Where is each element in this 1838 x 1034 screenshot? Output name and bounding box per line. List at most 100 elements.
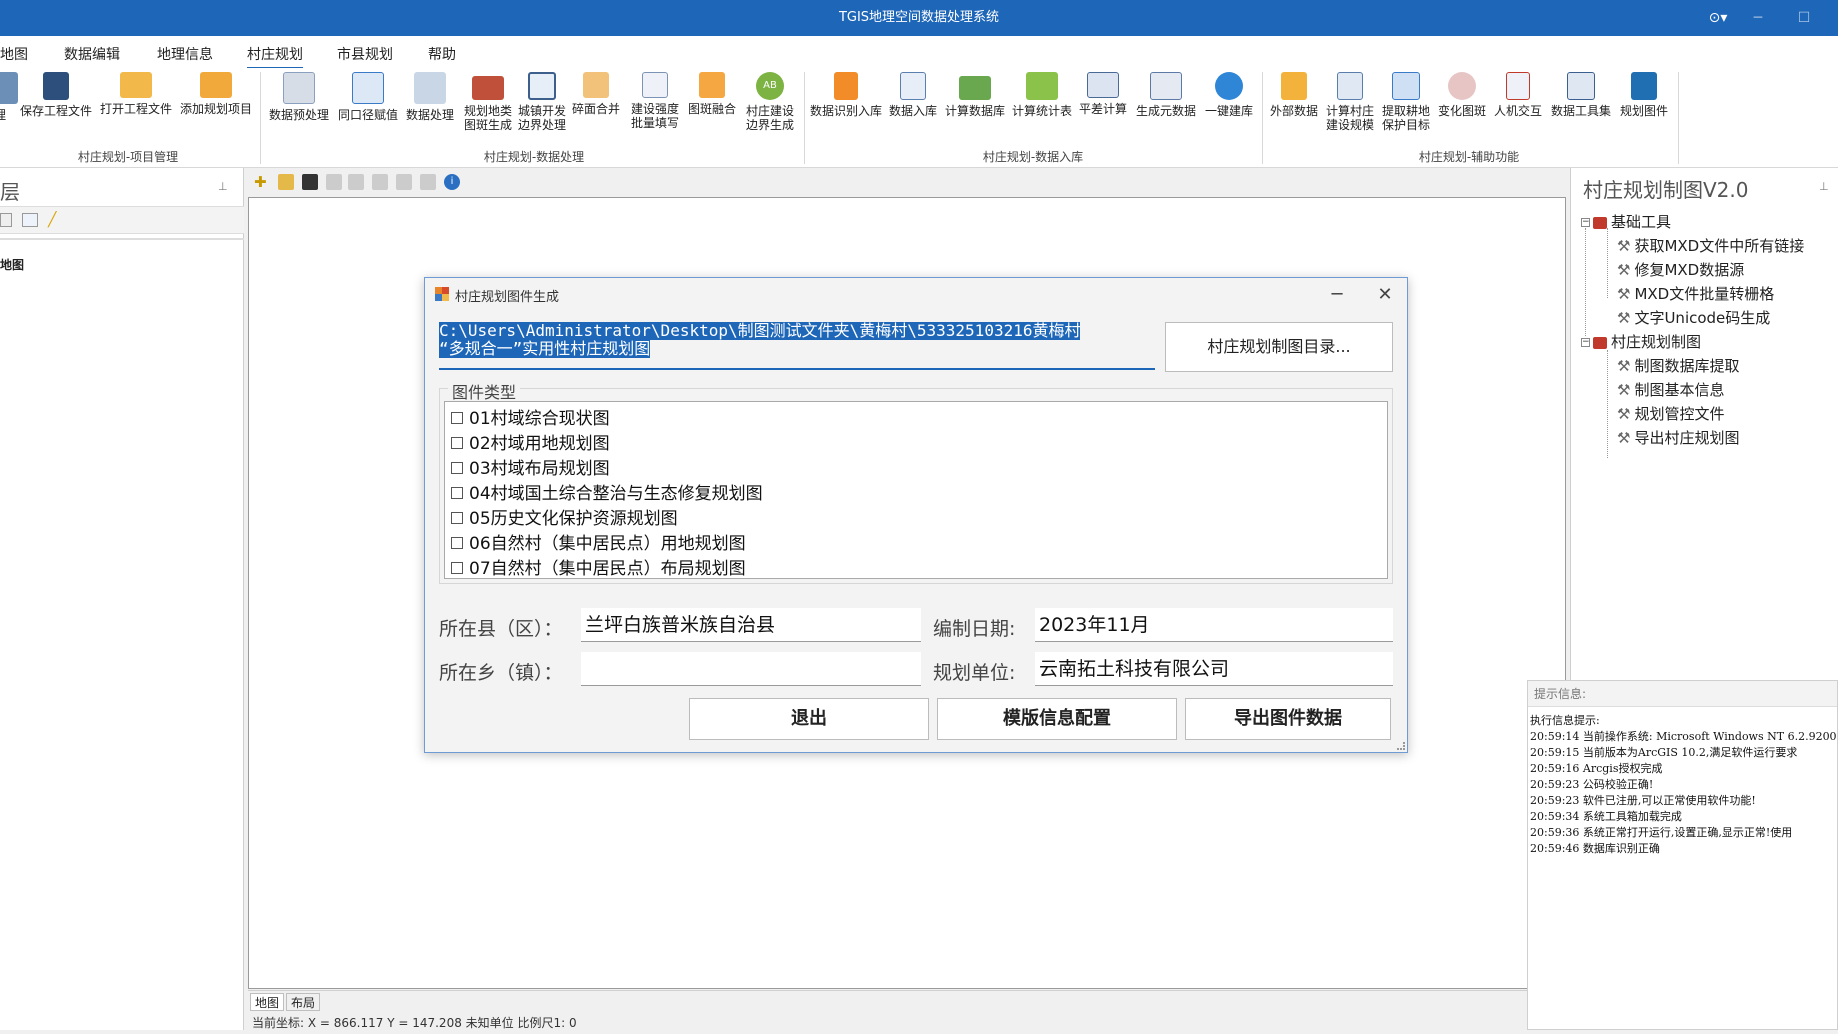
tree-node-village-mapping[interactable]: 村庄规划制图 xyxy=(1593,331,1701,352)
dialog-title: 村庄规划图件生成 xyxy=(455,290,560,305)
open-project-button[interactable]: 打开工程文件 xyxy=(98,72,174,116)
menu-geo-info[interactable]: 地理信息 xyxy=(157,44,213,64)
tree-node-basic-tools[interactable]: 基础工具 xyxy=(1593,211,1671,232)
human-interaction-button[interactable]: 人机交互 xyxy=(1490,72,1546,118)
generate-metadata-button[interactable]: 生成元数据 xyxy=(1134,72,1198,118)
ribbon-tool-project[interactable]: 理 xyxy=(0,72,18,122)
copy-icon[interactable] xyxy=(348,174,364,190)
menu-bar: 地图 数据编辑 地理信息 村庄规划 市县规划 帮助 xyxy=(0,36,1838,70)
pin-icon[interactable]: ⊥ xyxy=(1819,180,1829,193)
menu-county-planning[interactable]: 市县规划 xyxy=(337,44,393,64)
output-path-field[interactable]: C:\Users\Administrator\Desktop\制图测试文件夹\黄… xyxy=(439,322,1155,370)
external-data-button[interactable]: 外部数据 xyxy=(1266,72,1322,118)
scale-icon[interactable] xyxy=(420,174,436,190)
data-recognition-import-button[interactable]: 数据识别入库 xyxy=(808,72,884,118)
data-processing-button[interactable]: 数据处理 xyxy=(402,72,458,122)
checkbox[interactable] xyxy=(451,536,463,549)
checkbox[interactable] xyxy=(451,461,463,474)
checkbox[interactable] xyxy=(451,511,463,524)
village-map-generation-dialog: 村庄规划图件生成 ─ ✕ C:\Users\Administrator\Desk… xyxy=(424,277,1408,753)
checkbox[interactable] xyxy=(451,411,463,424)
menu-village-planning[interactable]: 村庄规划 xyxy=(247,44,303,69)
collapse-toggle-icon[interactable]: − xyxy=(1581,338,1590,347)
map-type-item[interactable]: 06自然村（集中居民点）用地规划图 xyxy=(451,529,746,554)
menu-help[interactable]: 帮助 xyxy=(428,44,456,64)
paste-icon[interactable] xyxy=(372,174,388,190)
delete-icon[interactable] xyxy=(396,174,412,190)
pin-icon[interactable]: ⊥ xyxy=(218,180,228,193)
layer-list-icon[interactable] xyxy=(0,213,12,227)
map-type-item[interactable]: 05历史文化保护资源规划图 xyxy=(451,504,678,529)
tree-item-fix-mxd-source[interactable]: ⚒ 修复MXD数据源 xyxy=(1617,259,1744,280)
tab-layout[interactable]: 布局 xyxy=(286,993,321,1011)
assign-same-caliber-button[interactable]: 同口径赋值 xyxy=(336,72,400,122)
save-icon[interactable] xyxy=(302,174,318,190)
tree-item-planning-control[interactable]: ⚒ 规划管控文件 xyxy=(1617,403,1724,424)
checkbox[interactable] xyxy=(451,486,463,499)
info-icon[interactable]: i xyxy=(444,174,460,190)
map-type-item[interactable]: 03村域布局规划图 xyxy=(451,454,610,479)
map-type-item[interactable]: 07自然村（集中居民点）布局规划图 xyxy=(451,554,746,579)
tree-item-extract-mapping-db[interactable]: ⚒ 制图数据库提取 xyxy=(1617,355,1739,376)
tree-item-get-mxd-links[interactable]: ⚒ 获取MXD文件中所有链接 xyxy=(1617,235,1804,256)
one-click-build-button[interactable]: 一键建库 xyxy=(1202,72,1256,118)
tab-map[interactable]: 地图 xyxy=(250,993,285,1011)
folder-icon xyxy=(0,72,18,104)
dialog-minimize-button[interactable]: ─ xyxy=(1317,280,1357,310)
tool-icon: ⚒ xyxy=(1617,357,1631,375)
window-title: TGIS地理空间数据处理系统 xyxy=(838,10,1000,25)
data-preprocess-button[interactable]: 数据预处理 xyxy=(266,72,332,122)
tree-item-export-village-map[interactable]: ⚒ 导出村庄规划图 xyxy=(1617,427,1739,448)
menu-data-edit[interactable]: 数据编辑 xyxy=(64,44,120,64)
dissolve-patches-button[interactable]: 图斑融合 xyxy=(686,72,738,116)
add-data-icon[interactable]: ✚ xyxy=(254,174,270,190)
planning-maps-button[interactable]: 规划图件 xyxy=(1616,72,1672,118)
map-type-item[interactable]: 02村域用地规划图 xyxy=(451,429,610,454)
adjustment-calc-button[interactable]: 平差计算 xyxy=(1076,72,1130,116)
layer-source-icon[interactable] xyxy=(22,213,38,227)
checkbox[interactable] xyxy=(451,561,463,574)
merge-slivers-button[interactable]: 碎面合并 xyxy=(570,72,622,116)
save-project-button[interactable]: 保存工程文件 xyxy=(20,72,92,118)
tree-item-mapping-basic-info[interactable]: ⚒ 制图基本信息 xyxy=(1617,379,1724,400)
help-dropdown-icon[interactable]: ⊙▾ xyxy=(1700,0,1736,36)
town-field[interactable] xyxy=(581,652,921,686)
collapse-toggle-icon[interactable]: − xyxy=(1581,218,1590,227)
map-type-item[interactable]: 04村域国土综合整治与生态修复规划图 xyxy=(451,479,763,504)
calculate-database-button[interactable]: 计算数据库 xyxy=(942,72,1008,118)
menu-map[interactable]: 地图 xyxy=(0,44,28,64)
resize-grip-icon[interactable] xyxy=(1397,742,1405,750)
checkbox[interactable] xyxy=(451,436,463,449)
maximize-window-button[interactable]: ☐ xyxy=(1786,0,1822,36)
date-field[interactable]: 2023年11月 xyxy=(1035,608,1393,642)
data-import-button[interactable]: 数据入库 xyxy=(886,72,940,118)
calc-scale-icon xyxy=(1337,72,1363,100)
minimize-window-button[interactable]: ─ xyxy=(1740,0,1776,36)
change-patches-button[interactable]: 变化图斑 xyxy=(1436,72,1488,118)
add-planning-project-button[interactable]: 添加规划项目 xyxy=(178,72,254,116)
village-boundary-generate-button[interactable]: AB 村庄建设 边界生成 xyxy=(740,72,800,132)
urban-boundary-process-button[interactable]: 城镇开发 边界处理 xyxy=(514,72,570,132)
generate-landuse-patches-button[interactable]: 规划地类 图斑生成 xyxy=(460,72,516,132)
county-field[interactable]: 兰坪白族普米族自治县 xyxy=(581,608,921,642)
calculate-stat-table-button[interactable]: 计算统计表 xyxy=(1010,72,1074,118)
calc-village-scale-button[interactable]: 计算村庄 建设规模 xyxy=(1324,72,1376,132)
log-output[interactable]: 执行信息提示: 20:59:14 当前操作系统: Microsoft Windo… xyxy=(1530,713,1836,857)
open-folder-icon[interactable] xyxy=(278,174,294,190)
layer-item-map[interactable]: 地图 xyxy=(0,256,24,273)
tree-item-unicode-gen[interactable]: ⚒ 文字Unicode码生成 xyxy=(1617,307,1770,328)
batch-fill-intensity-button[interactable]: 建设强度 批量填写 xyxy=(624,72,686,130)
data-toolset-button[interactable]: 数据工具集 xyxy=(1548,72,1614,118)
output-path-line2: “多规合一”实用性村庄规划图 xyxy=(439,339,651,358)
tree-item-mxd-to-raster[interactable]: ⚒ MXD文件批量转栅格 xyxy=(1617,283,1774,304)
exit-button[interactable]: 退出 xyxy=(689,698,929,740)
export-map-data-button[interactable]: 导出图件数据 xyxy=(1185,698,1391,740)
planning-unit-field[interactable]: 云南拓土科技有限公司 xyxy=(1035,652,1393,686)
map-type-item[interactable]: 01村域综合现状图 xyxy=(451,404,610,429)
pencil-icon[interactable]: ╱ xyxy=(48,212,66,228)
extract-farmland-target-button[interactable]: 提取耕地 保护目标 xyxy=(1378,72,1434,132)
cut-icon[interactable] xyxy=(326,174,342,190)
template-config-button[interactable]: 模版信息配置 xyxy=(937,698,1177,740)
browse-directory-button[interactable]: 村庄规划制图目录... xyxy=(1165,322,1393,372)
dialog-close-button[interactable]: ✕ xyxy=(1365,280,1405,310)
